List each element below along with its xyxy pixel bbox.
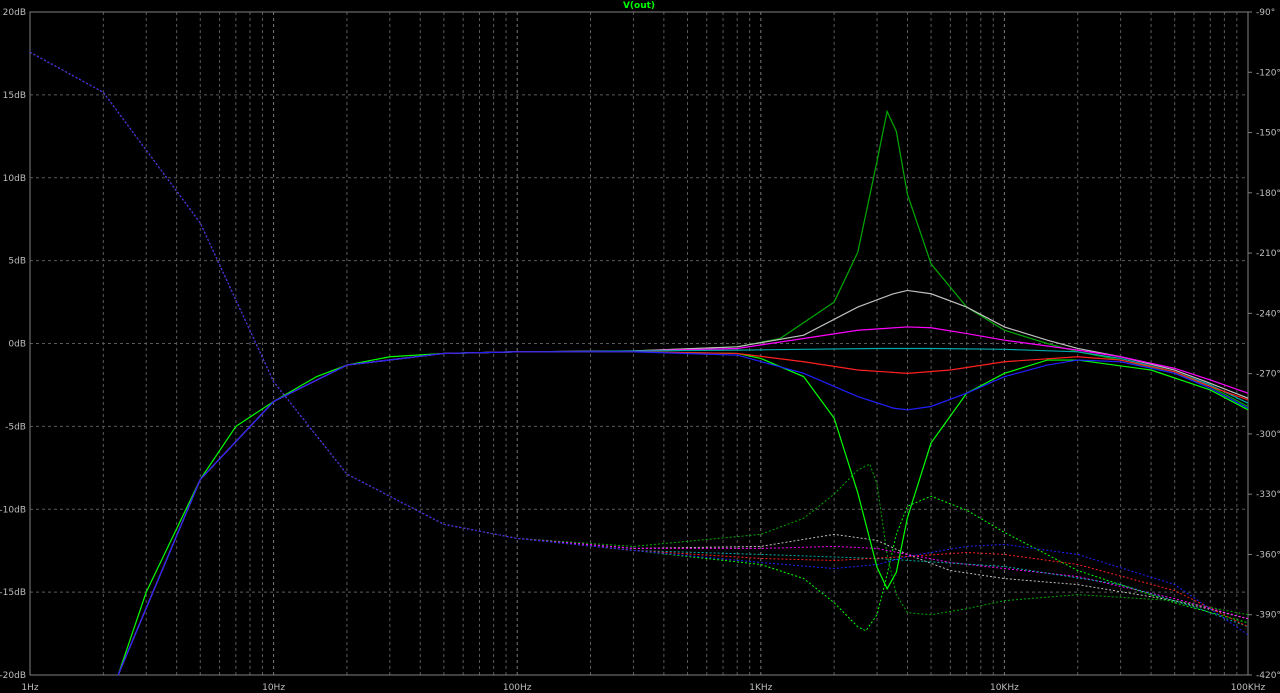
- x-tick-label: 1KHz: [749, 683, 772, 693]
- y-right-tick-label: -360°: [1256, 550, 1280, 560]
- y-left-tick-label: -10dB: [0, 505, 26, 515]
- y-right-tick-label: -330°: [1256, 490, 1280, 500]
- y-right-tick-label: -270°: [1256, 370, 1280, 380]
- y-left-tick-label: 0dB: [8, 340, 26, 350]
- x-tick-label: 100Hz: [503, 683, 532, 693]
- y-right-tick-label: -390°: [1256, 611, 1280, 621]
- y-left-tick-label: 15dB: [3, 91, 26, 101]
- y-right-tick-label: -90°: [1256, 8, 1275, 18]
- y-right-tick-label: -240°: [1256, 309, 1280, 319]
- y-left-tick-label: -15dB: [0, 588, 26, 598]
- y-left-tick-label: 5dB: [8, 257, 26, 267]
- y-right-tick-label: -150°: [1256, 129, 1280, 139]
- y-left-tick-label: -5dB: [5, 422, 26, 432]
- plot-background: [0, 0, 1280, 693]
- bode-plot: V(out) 1Hz 10Hz 100Hz 1KHz 10KHz 100KHz 20dB 1…: [0, 0, 1280, 693]
- y-right-tick-label: -300°: [1256, 430, 1280, 440]
- x-tick-label: 1Hz: [21, 683, 38, 693]
- y-right-tick-label: -210°: [1256, 249, 1280, 259]
- y-left-tick-label: 10dB: [3, 174, 26, 184]
- y-right-tick-label: -420°: [1256, 671, 1280, 681]
- x-tick-label: 10KHz: [990, 683, 1019, 693]
- y-right-tick-label: -180°: [1256, 189, 1280, 199]
- y-left-tick-label: -20dB: [0, 671, 26, 681]
- x-tick-label: 100KHz: [1231, 683, 1266, 693]
- y-left-tick-label: 20dB: [3, 8, 26, 18]
- chart-title: V(out): [623, 1, 655, 11]
- x-tick-label: 10Hz: [262, 683, 285, 693]
- y-right-tick-label: -120°: [1256, 68, 1280, 78]
